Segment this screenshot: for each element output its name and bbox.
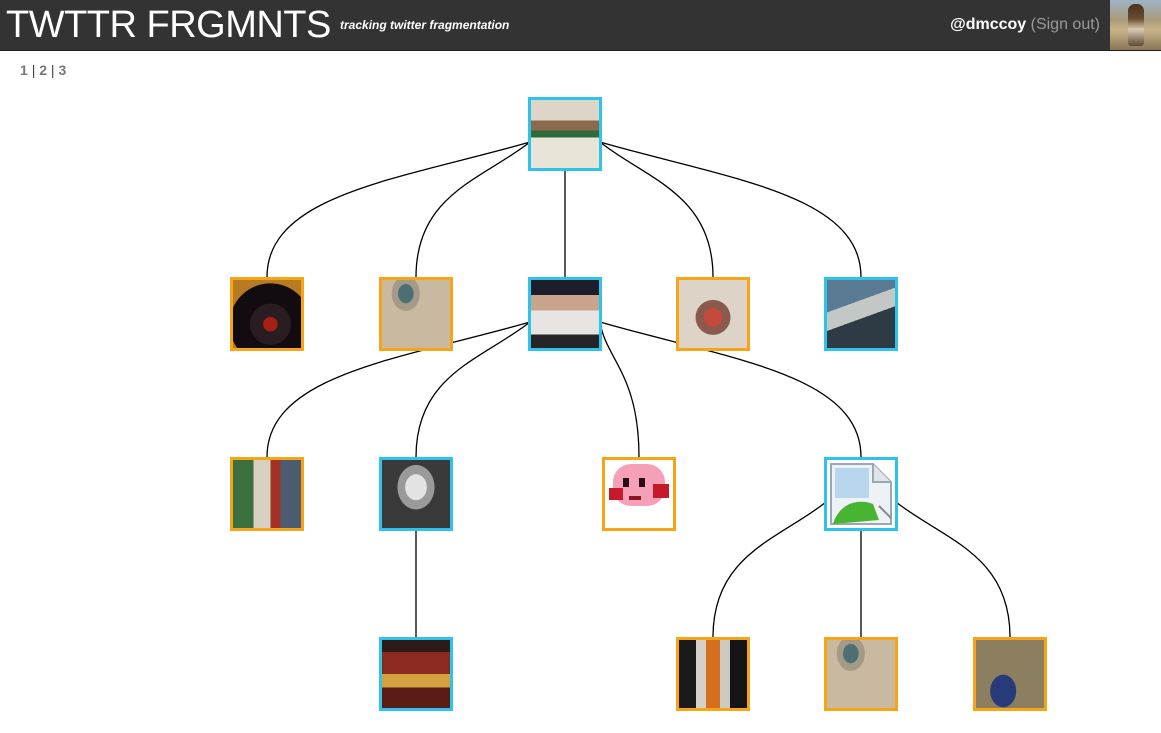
user-node-man-with-posters[interactable]	[230, 457, 304, 531]
user-node-man-in-car[interactable]	[824, 277, 898, 351]
user-node-man-in-cap[interactable]	[528, 277, 602, 351]
tree-edge	[599, 321, 640, 458]
man-in-cap-avatar	[531, 280, 599, 348]
user-node-album-cover[interactable]	[379, 637, 453, 711]
feet-on-carpet-avatar	[976, 640, 1044, 708]
tree-edge	[599, 141, 862, 278]
kirby-icon	[609, 464, 669, 506]
kirby-sprite-avatar	[605, 460, 673, 528]
robot-figure-avatar	[679, 640, 747, 708]
user-node-man-with-lei[interactable]	[528, 97, 602, 171]
tree-edge	[415, 141, 531, 278]
user-node-eye-closeup[interactable]	[379, 277, 453, 351]
user-node-broken-image-icon[interactable]	[824, 457, 898, 531]
bomb-illustration-avatar	[679, 280, 747, 348]
broken-image-icon	[830, 463, 892, 525]
album-cover-avatar	[382, 640, 450, 708]
man-with-lei-avatar	[531, 100, 599, 168]
man-with-posters-avatar	[233, 460, 301, 528]
broken-image-icon-avatar	[827, 460, 895, 528]
tree-edge	[599, 141, 714, 278]
man-in-car-avatar	[827, 280, 895, 348]
dark-red-emblem-avatar	[233, 280, 301, 348]
eye-closeup-avatar	[382, 280, 450, 348]
tree-edge	[712, 501, 827, 638]
tree-edge	[266, 141, 531, 278]
eye-closeup-avatar	[827, 640, 895, 708]
user-node-bald-man-bw[interactable]	[379, 457, 453, 531]
user-node-robot-figure[interactable]	[676, 637, 750, 711]
user-node-kirby-sprite[interactable]	[602, 457, 676, 531]
bald-man-bw-avatar	[382, 460, 450, 528]
tree-edge	[895, 501, 1011, 638]
user-node-dark-red-emblem[interactable]	[230, 277, 304, 351]
user-node-feet-on-carpet[interactable]	[973, 637, 1047, 711]
user-node-eye-closeup[interactable]	[824, 637, 898, 711]
user-node-bomb-illustration[interactable]	[676, 277, 750, 351]
